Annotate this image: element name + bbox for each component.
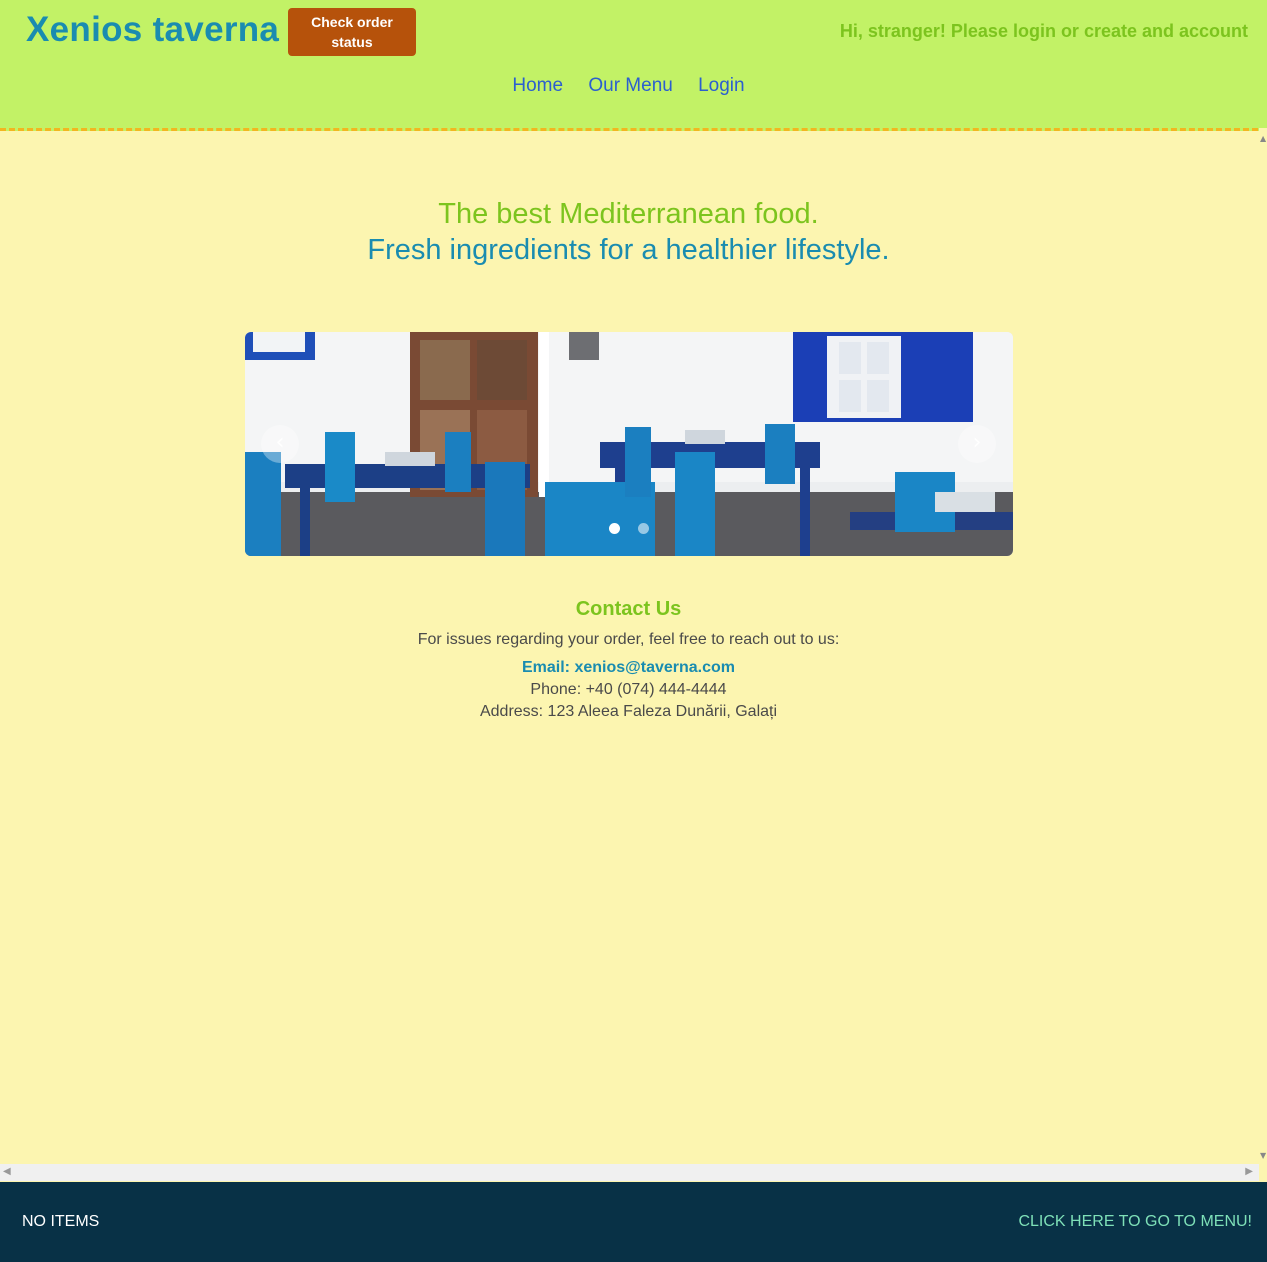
brand-logo[interactable]: Xenios taverna [26,10,279,50]
contact-section: Contact Us For issues regarding your ord… [0,598,1257,725]
check-order-status-button[interactable]: Check order status [288,8,416,56]
scroll-down-arrow-icon[interactable]: ▼ [1260,1151,1266,1160]
carousel-next-button[interactable]: › [958,425,996,463]
nav-home[interactable]: Home [512,75,563,96]
nav-login[interactable]: Login [698,75,745,96]
scroll-left-arrow-icon[interactable]: ◀ [3,1166,11,1177]
hero-line-1: The best Mediterranean food. [438,198,819,230]
carousel-prev-button[interactable]: ‹ [261,425,299,463]
vertical-scrollbar[interactable]: ▲ ▼ [1259,128,1267,1164]
contact-title: Contact Us [575,598,682,620]
carousel-dot-1[interactable] [609,523,621,534]
contact-phone: Phone: +40 (074) 444-4444 [530,681,727,698]
cart-status: NO ITEMS [22,1213,100,1230]
scroll-right-arrow-icon[interactable]: ▶ [1245,1166,1253,1177]
hero-line-2: Fresh ingredients for a healthier lifest… [367,234,890,266]
main-nav: Home Our Menu Login [0,75,1257,97]
site-header: Xenios taverna Check order status Hi, st… [0,0,1267,131]
contact-email-link[interactable]: Email: xenios@taverna.com [0,659,1257,677]
nav-our-menu[interactable]: Our Menu [588,75,672,96]
image-carousel[interactable]: ‹ › [245,332,1013,556]
horizontal-scrollbar[interactable]: ◀ ▶ [0,1164,1259,1181]
cart-footer: NO ITEMS CLICK HERE TO GO TO MENU! [0,1182,1267,1262]
contact-address: Address: 123 Aleea Faleza Dunării, Galaț… [479,703,778,720]
scroll-up-arrow-icon[interactable]: ▲ [1260,134,1266,143]
carousel-indicators [245,519,1013,538]
carousel-dot-2[interactable] [637,523,649,534]
hero-heading: The best Mediterranean food. Fresh ingre… [0,196,1257,268]
greeting-text: Hi, stranger! Please login or create and… [839,21,1248,41]
go-to-menu-link[interactable]: CLICK HERE TO GO TO MENU! [1018,1213,1252,1231]
chevron-left-icon: ‹ [275,430,285,455]
contact-intro: For issues regarding your order, feel fr… [417,631,840,648]
chevron-right-icon: › [972,430,982,455]
